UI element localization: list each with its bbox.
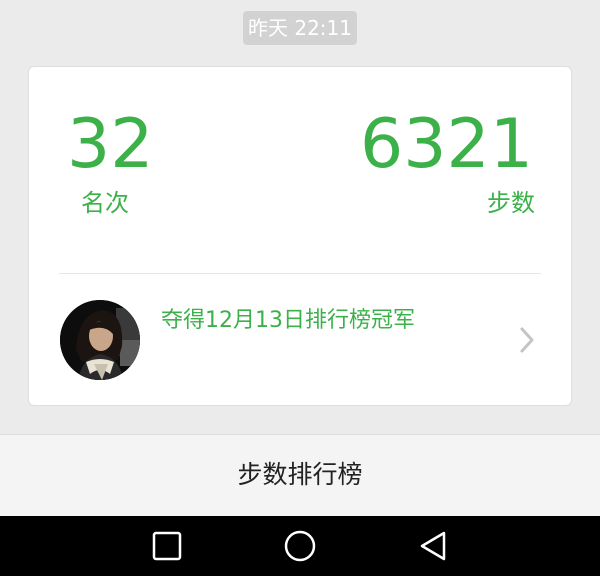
- step-ranking-label: 步数排行榜: [237, 460, 363, 489]
- rank-value: 32: [67, 105, 154, 184]
- circle-icon[interactable]: [280, 526, 320, 566]
- rank-label: 名次: [81, 189, 129, 217]
- step-card[interactable]: 32 名次 6321 步数 夺得12月13日排行榜冠军: [28, 66, 572, 406]
- champion-text: 夺得12月13日排行榜冠军: [161, 308, 415, 333]
- steps-value: 6321: [359, 105, 533, 184]
- back-triangle-icon[interactable]: [413, 526, 453, 566]
- champion-row[interactable]: 夺得12月13日排行榜冠军: [29, 274, 571, 406]
- avatar[interactable]: [60, 300, 140, 380]
- system-nav-bar: [0, 516, 600, 576]
- step-ranking-button[interactable]: 步数排行榜: [0, 434, 600, 516]
- steps-label: 步数: [487, 189, 535, 217]
- chat-timestamp: 昨天 22:11: [243, 11, 357, 45]
- chevron-right-icon: [519, 326, 535, 354]
- square-icon[interactable]: [147, 526, 187, 566]
